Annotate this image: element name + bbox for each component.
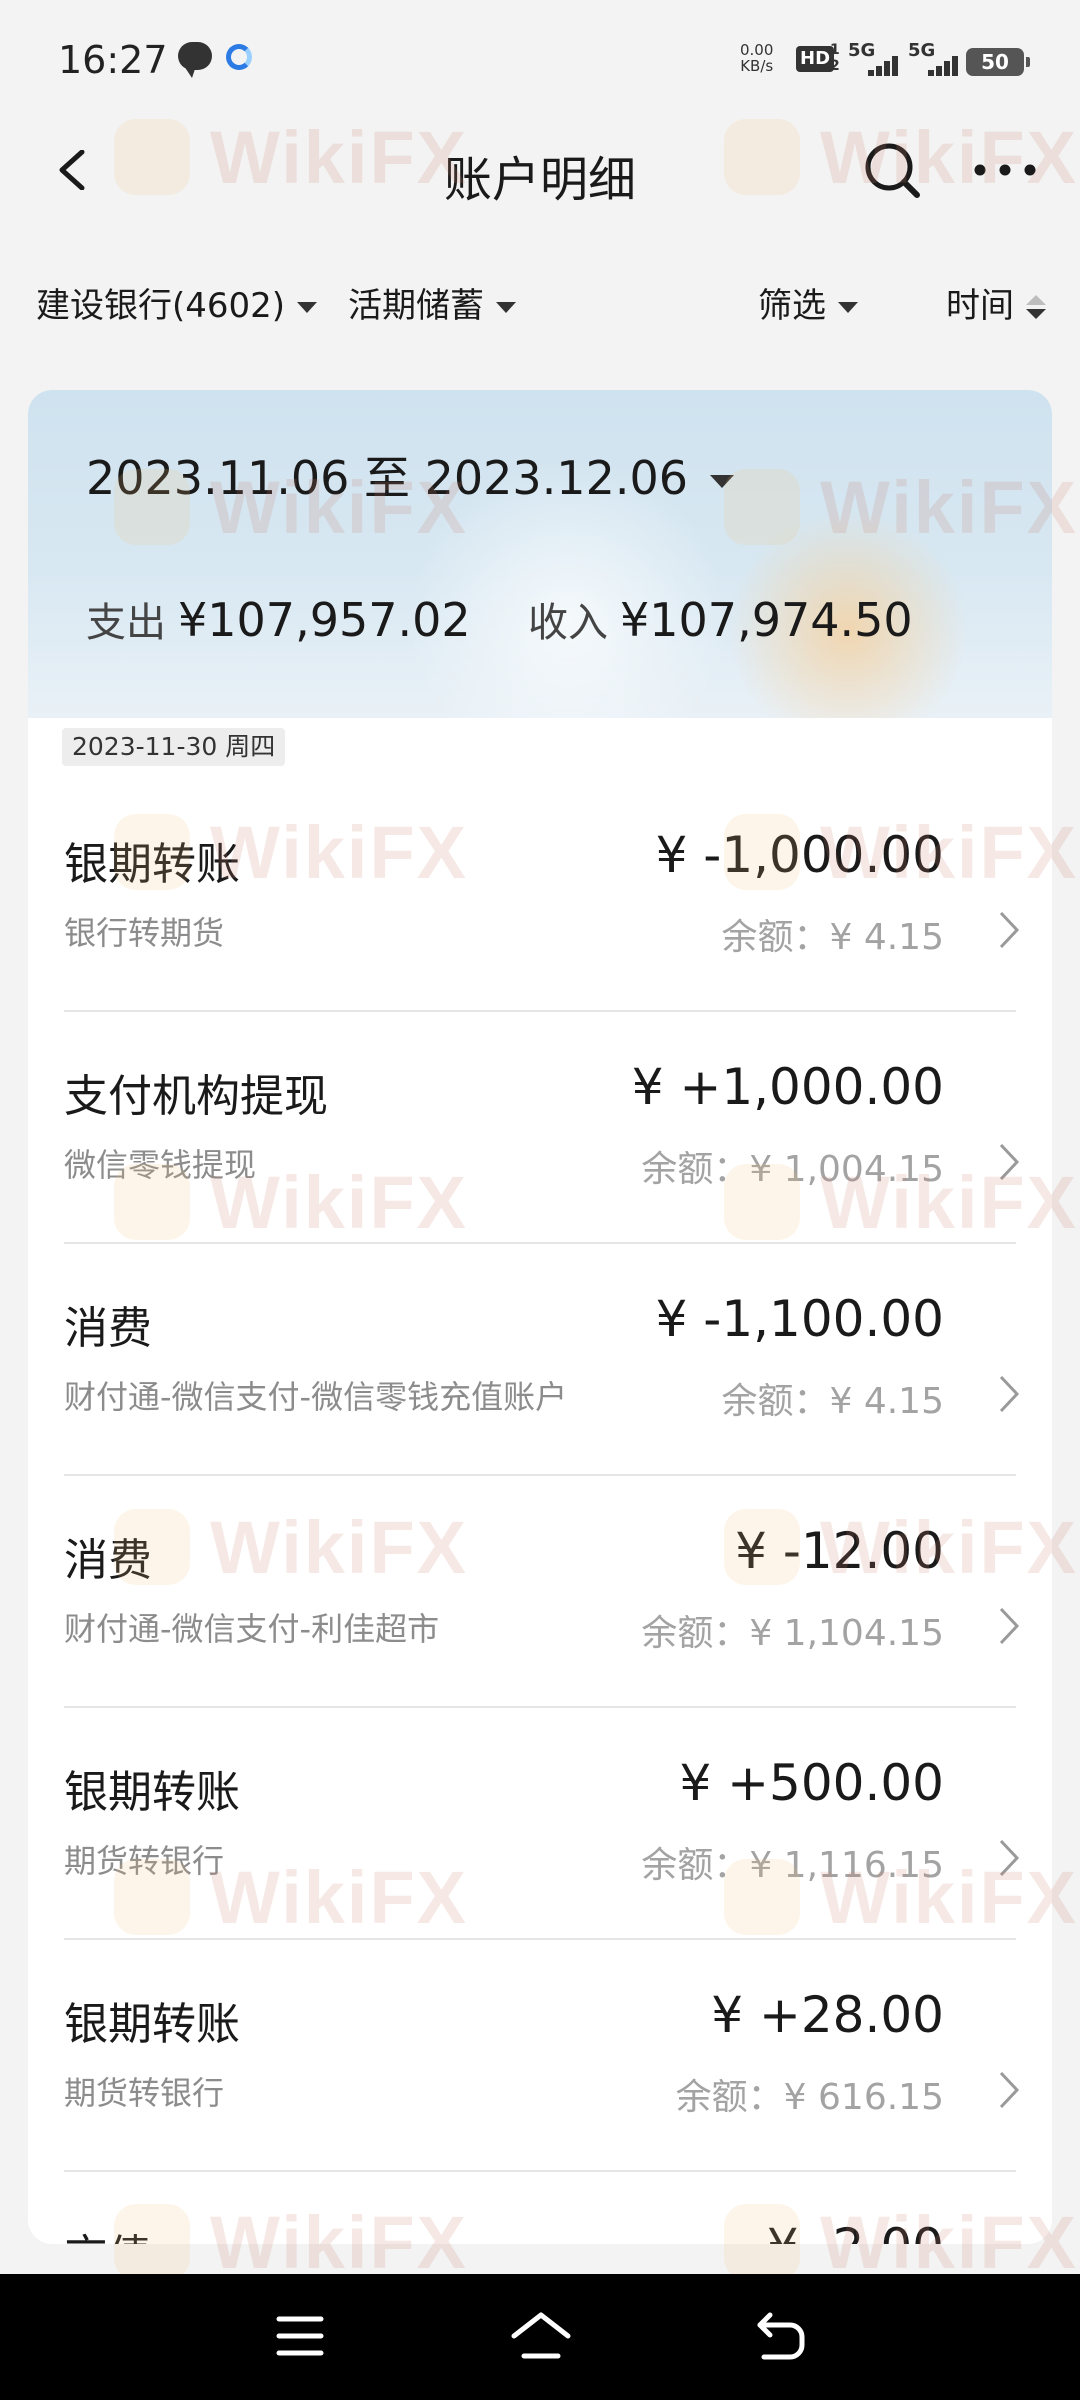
search-icon[interactable] <box>862 140 922 200</box>
period-selector[interactable]: 2023.11.06 至 2023.12.06 <box>86 442 734 508</box>
chevron-right-icon <box>999 1839 1020 1877</box>
transaction-amount: ¥ +500.00 <box>679 1754 944 1812</box>
transaction-title: 支付机构提现 <box>64 1071 328 1122</box>
transaction-title: 银期转账 <box>64 1767 240 1818</box>
app-notification-icon <box>226 44 252 70</box>
transaction-row[interactable]: 消费 ¥ -1,100.00 财付通-微信支付-微信零钱充值账户 余额：¥ 4.… <box>28 1244 1052 1476</box>
hd-sub-bottom: 2 <box>830 58 840 74</box>
sort-label: 时间 <box>946 286 1014 326</box>
transaction-amount: ¥ -1,100.00 <box>655 1290 944 1348</box>
transaction-row[interactable]: 交债 ¥ -2.00 <box>28 2172 1052 2244</box>
signal-icon: 5G <box>848 40 898 76</box>
more-dots-icon[interactable] <box>970 140 1040 200</box>
transaction-row[interactable]: 银期转账 ¥ +500.00 期货转银行 余额：¥ 1,116.15 <box>28 1708 1052 1940</box>
transaction-amount: ¥ +1,000.00 <box>631 1058 944 1116</box>
signal-icon: 5G <box>908 40 958 76</box>
account-type-selector[interactable]: 活期储蓄 <box>348 278 516 328</box>
statement-card: 2023.11.06 至 2023.12.06 支出 ¥107,957.02 收入… <box>28 390 1052 2244</box>
message-icon <box>178 42 212 78</box>
chevron-down-icon <box>710 475 734 488</box>
hd-sub-top: 1 <box>830 42 840 58</box>
transaction-amount: ¥ -1,000.00 <box>655 826 944 884</box>
status-bar: 16:27 0.00 KB/s HD 1 2 5G 5G 50 <box>0 0 1080 120</box>
chevron-down-icon <box>838 302 858 313</box>
income-total: 收入 ¥107,974.50 <box>528 590 913 648</box>
expense-value: ¥107,957.02 <box>178 593 471 647</box>
account-type-label: 活期储蓄 <box>348 286 484 326</box>
sort-button[interactable]: 时间 <box>946 278 1046 328</box>
transaction-description: 微信零钱提现 <box>64 1146 257 1184</box>
transaction-balance: 余额：¥ 1,104.15 <box>641 1613 944 1654</box>
transaction-title: 交债 <box>64 2220 152 2244</box>
transaction-row[interactable]: 消费 ¥ -12.00 财付通-微信支付-利佳超市 余额：¥ 1,104.15 <box>28 1476 1052 1708</box>
transaction-title: 消费 <box>64 1535 152 1586</box>
transaction-title: 消费 <box>64 1303 152 1354</box>
transaction-description: 期货转银行 <box>64 2074 225 2112</box>
transaction-amount: ¥ -12.00 <box>735 1522 944 1580</box>
transaction-balance: 余额：¥ 616.15 <box>675 2077 944 2118</box>
summary-banner: 2023.11.06 至 2023.12.06 支出 ¥107,957.02 收入… <box>28 390 1052 718</box>
transaction-title: 银期转账 <box>64 839 240 890</box>
transaction-amount: ¥ +28.00 <box>711 1986 944 2044</box>
transaction-description: 财付通-微信支付-利佳超市 <box>64 1610 440 1648</box>
chevron-right-icon <box>999 2071 1020 2109</box>
hd-sub: 1 2 <box>830 42 840 74</box>
network-speed-unit: KB/s <box>740 57 774 75</box>
date-group-label: 2023-11-30 周四 <box>62 728 286 766</box>
expense-total: 支出 ¥107,957.02 <box>86 590 471 648</box>
home-icon[interactable] <box>510 2310 572 2362</box>
chevron-right-icon <box>999 1143 1020 1181</box>
network-speed: 0.00 KB/s <box>740 42 773 74</box>
account-selector[interactable]: 建设银行(4602) <box>36 278 318 328</box>
battery-icon: 50 <box>966 48 1030 76</box>
transaction-description: 银行转期货 <box>64 914 225 952</box>
hd-badge: HD <box>796 46 835 72</box>
income-value: ¥107,974.50 <box>620 593 913 647</box>
chevron-down-icon <box>496 302 516 313</box>
account-label: 建设银行(4602) <box>36 286 286 326</box>
chevron-down-icon <box>297 302 318 313</box>
status-time: 16:27 <box>58 38 168 82</box>
transaction-balance: 余额：¥ 4.15 <box>721 1381 944 1422</box>
chevron-right-icon <box>999 1375 1020 1413</box>
transaction-row[interactable]: 银期转账 ¥ +28.00 期货转银行 余额：¥ 616.15 <box>28 1940 1052 2172</box>
transaction-balance: 余额：¥ 4.15 <box>721 917 944 958</box>
transaction-balance: 余额：¥ 1,116.15 <box>641 1845 944 1886</box>
period-label: 2023.11.06 至 2023.12.06 <box>86 451 688 505</box>
chevron-right-icon <box>999 911 1020 949</box>
transaction-balance: 余额：¥ 1,004.15 <box>641 1149 944 1190</box>
income-label: 收入 <box>528 600 608 646</box>
transaction-description: 财付通-微信支付-微信零钱充值账户 <box>64 1378 568 1416</box>
system-navigation-bar <box>0 2274 1080 2400</box>
transaction-amount: ¥ -2.00 <box>767 2218 944 2244</box>
filter-button[interactable]: 筛选 <box>758 278 858 328</box>
expense-label: 支出 <box>86 600 166 646</box>
filter-label: 筛选 <box>758 286 826 326</box>
menu-icon[interactable] <box>276 2314 324 2358</box>
chevron-right-icon <box>999 1607 1020 1645</box>
back-icon[interactable] <box>756 2310 806 2362</box>
transaction-description: 期货转银行 <box>64 1842 225 1880</box>
sort-icon <box>1026 294 1046 321</box>
transaction-title: 银期转账 <box>64 1999 240 2050</box>
transaction-row[interactable]: 银期转账 ¥ -1,000.00 银行转期货 余额：¥ 4.15 <box>28 780 1052 1012</box>
transaction-row[interactable]: 支付机构提现 ¥ +1,000.00 微信零钱提现 余额：¥ 1,004.15 <box>28 1012 1052 1244</box>
